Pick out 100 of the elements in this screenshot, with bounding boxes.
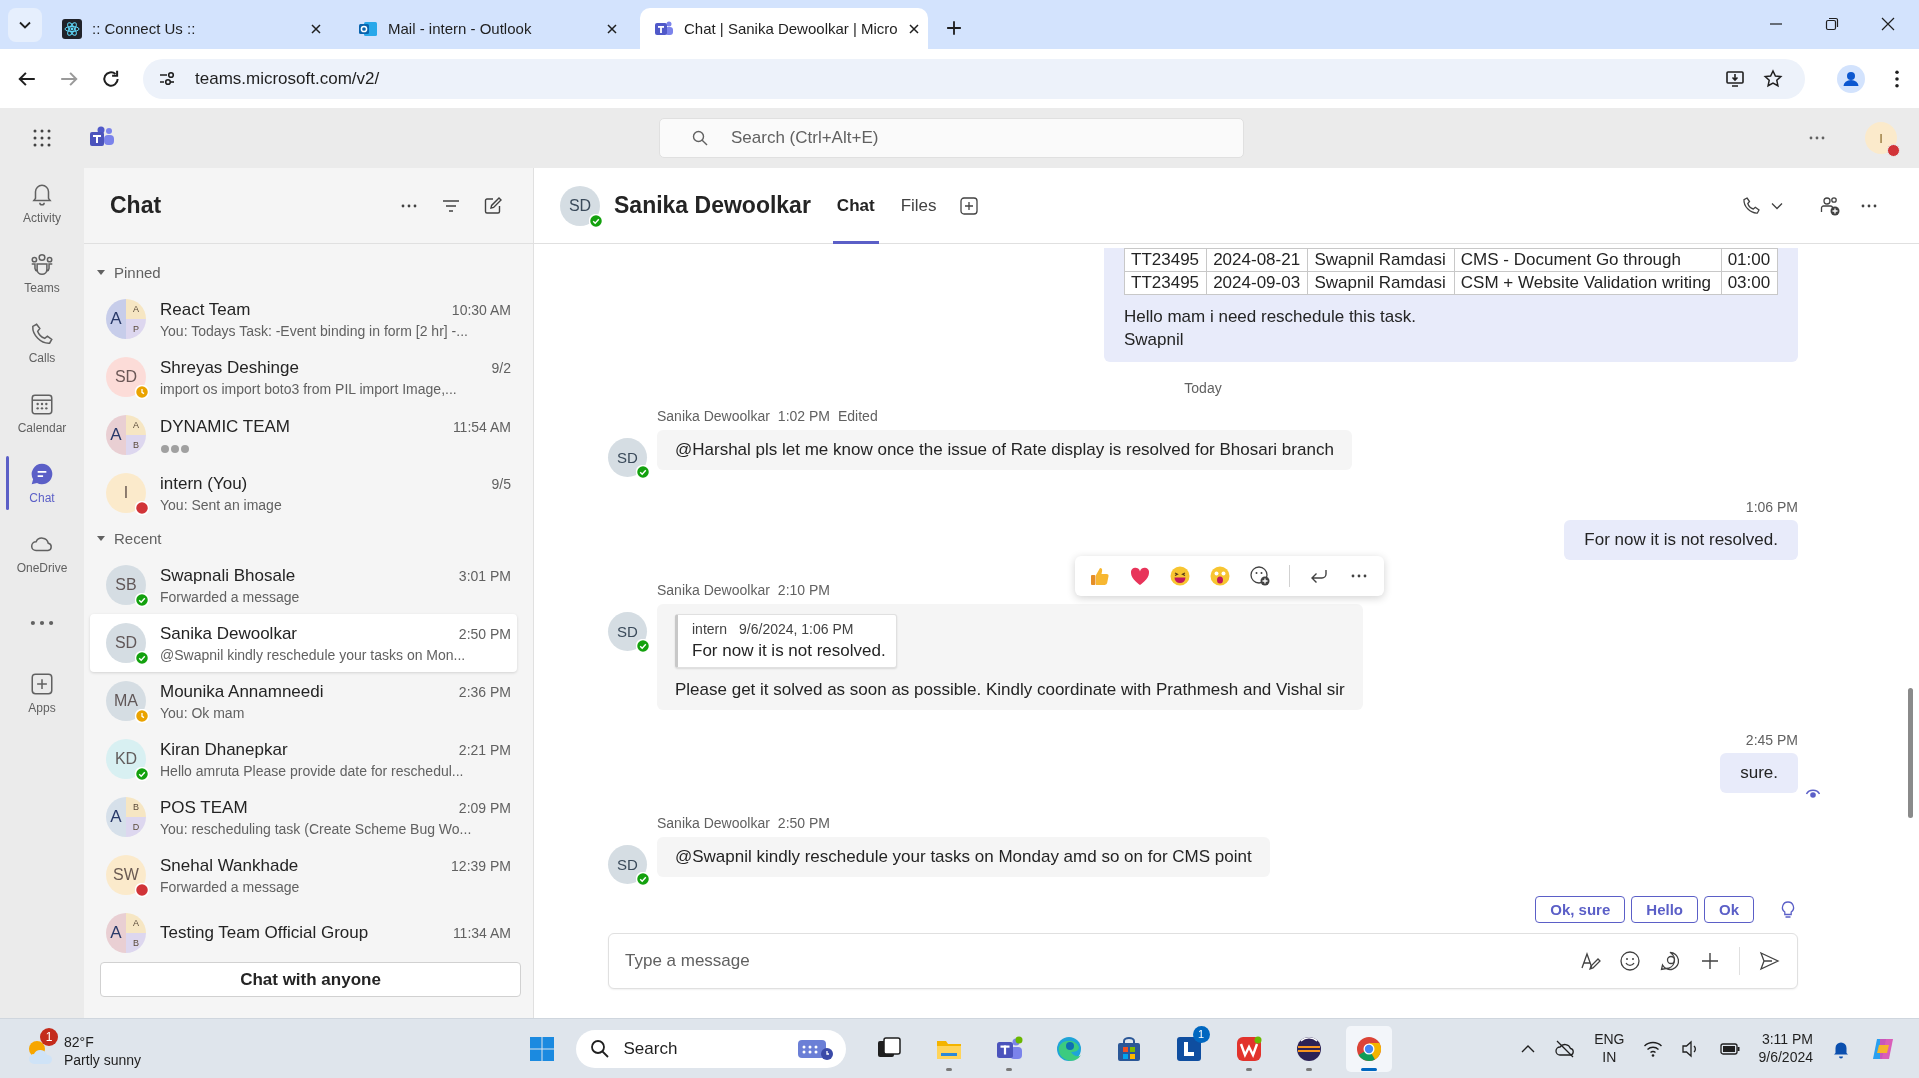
chat-name: POS TEAM <box>160 797 248 818</box>
thumbs-up-icon[interactable] <box>1089 565 1111 587</box>
close-icon[interactable] <box>606 22 618 35</box>
app-bar-item[interactable]: Calendar <box>0 378 84 448</box>
install-app-icon[interactable] <box>1725 68 1745 89</box>
suggested-reply-button[interactable]: Hello <box>1631 896 1698 923</box>
taskbar-app[interactable]: 1 <box>1165 1025 1212 1072</box>
chat-list-item[interactable]: A B D POS TEAM 2:09 PM You: rescheduling task (Create Scheme Bug Wo... <box>90 788 517 846</box>
avatar: MA <box>106 681 146 721</box>
chevron-down-icon[interactable] <box>1771 201 1783 210</box>
chat-list-item[interactable]: A A B DYNAMIC TEAM 11:54 AM <box>90 406 517 464</box>
avatar: SD <box>608 845 647 884</box>
chat-name: Swapnali Bhosale <box>160 565 296 586</box>
format-icon[interactable] <box>1579 950 1601 972</box>
chat-name: Testing Team Official Group <box>160 923 369 943</box>
avatar: SW <box>106 855 146 895</box>
compose-icon[interactable] <box>483 195 503 216</box>
scrollbar[interactable] <box>1908 688 1913 818</box>
chat-list-item[interactable]: KD Kiran Dhanepkar 2:21 PM Hello amruta Please provide date for reschedul... <box>90 730 517 788</box>
chat-name: Shreyas Deshinge <box>160 357 299 378</box>
search-field[interactable]: Search (Ctrl+Alt+E) <box>659 118 1244 158</box>
avatar: KD <box>106 739 146 779</box>
app-bar-item[interactable]: Calls <box>0 308 84 378</box>
add-tab-icon[interactable] <box>958 195 979 216</box>
start-icon[interactable] <box>527 1034 556 1063</box>
chat-time: 10:30 AM <box>451 301 511 318</box>
app-bar-label: Calls <box>28 351 56 365</box>
close-icon[interactable] <box>907 22 920 35</box>
chat-list-item[interactable]: MA Mounika Annamneedi 2:36 PM You: Ok mam <box>90 672 517 730</box>
input-language[interactable]: ENG IN <box>1594 1031 1625 1066</box>
app-launcher-icon[interactable] <box>33 129 51 147</box>
message-time: 1:06 PM <box>1745 499 1798 515</box>
profile-icon[interactable] <box>1837 64 1865 93</box>
chat-list-item[interactable]: I intern (You) 9/5 You: Sent an image <box>90 464 517 522</box>
chat-list-item[interactable]: SB Swapnali Bhosale 3:01 PM Forwarded a message <box>90 556 517 614</box>
table-cell: TT23495 <box>1124 271 1207 295</box>
message-time: 1:02 PM <box>777 408 830 424</box>
add-people-icon[interactable] <box>1819 194 1841 217</box>
chat-with-anyone-button[interactable]: Chat with anyone <box>100 962 521 997</box>
new-tab-icon[interactable] <box>946 20 962 36</box>
reload-icon[interactable] <box>101 68 121 89</box>
avatar: SD <box>608 438 647 477</box>
app-bar-item[interactable]: Activity <box>0 168 84 238</box>
message-time: 2:10 PM <box>777 582 830 598</box>
chat-preview: You: rescheduling task (Create Scheme Bug Wo... <box>160 820 473 837</box>
user-avatar[interactable]: I <box>1865 122 1897 154</box>
emoji-icon[interactable] <box>1619 950 1641 972</box>
app-bar-label: Calendar <box>17 421 67 435</box>
laughing-emoji-icon[interactable] <box>1169 565 1191 587</box>
section-header[interactable]: Recent <box>90 522 517 554</box>
section-header[interactable]: Pinned <box>90 256 517 288</box>
plus-icon[interactable] <box>1699 950 1721 972</box>
close-icon[interactable] <box>310 22 322 35</box>
app-bar-item[interactable]: Teams <box>0 238 84 308</box>
chevron-down-icon <box>19 21 31 29</box>
app-bar-item[interactable]: Apps <box>0 658 84 728</box>
browser-tab[interactable]: Mail - intern - Outlook <box>344 8 632 49</box>
suggested-reply-button[interactable]: Ok <box>1704 896 1754 923</box>
sender-name: Sanika Dewoolkar <box>657 582 770 598</box>
chat-name: intern (You) <box>160 473 248 494</box>
message-input[interactable]: Type a message <box>608 933 1798 989</box>
browser-tab[interactable]: :: Connect Us :: <box>48 8 336 49</box>
bookmark-star-icon[interactable] <box>1763 68 1783 89</box>
message-text: Swapnil <box>1124 330 1185 350</box>
phone-icon[interactable] <box>1741 195 1761 216</box>
chat-list-item[interactable]: SD Sanika Dewoolkar 2:50 PM @Swapnil kindly reschedule your tasks on Mon... <box>90 614 517 672</box>
caret-icon <box>96 533 106 543</box>
address-bar[interactable]: teams.microsoft.com/v2/ <box>143 58 1805 99</box>
search-icon <box>589 1038 610 1059</box>
clock[interactable]: 3:11 PM 9/6/2024 <box>1758 1031 1813 1066</box>
suggested-reply-button[interactable]: Ok, sure <box>1535 896 1626 923</box>
tab-title: Mail - intern - Outlook <box>388 20 533 37</box>
table-cell: CMS - Document Go through <box>1454 248 1722 272</box>
surprised-emoji-icon[interactable] <box>1209 565 1231 587</box>
send-icon[interactable] <box>1758 950 1780 972</box>
chat-name: DYNAMIC TEAM <box>160 416 291 437</box>
chat-list-item[interactable]: A A P React Team 10:30 AM You: Todays Task: -Event binding in form [2 hr] -... <box>90 290 517 348</box>
office-app-icon <box>1234 1034 1263 1063</box>
browser-tab[interactable]: Chat | Sanika Dewoolkar | Micro <box>640 8 928 49</box>
message-text: @Swapnil kindly reschedule your tasks on Monday amd so on for CMS point <box>675 847 1252 867</box>
close-icon[interactable] <box>1881 17 1895 31</box>
app-bar-item[interactable]: OneDrive <box>0 518 84 588</box>
app-bar-item[interactable]: Chat <box>0 448 84 518</box>
chat-tab[interactable]: Files <box>896 167 941 244</box>
loop-icon[interactable] <box>1659 950 1681 972</box>
restore-icon[interactable] <box>1825 17 1839 31</box>
sender-name: Sanika Dewoolkar <box>657 815 770 831</box>
chat-tab[interactable]: Chat <box>832 167 879 244</box>
chat-list-item[interactable]: A A B Testing Team Official Group 11:34 AM <box>90 904 517 961</box>
chat-preview: You: Ok mam <box>160 704 246 721</box>
chat-list-item[interactable]: SW Snehal Wankhade 12:39 PM Forwarded a message <box>90 846 517 904</box>
table-cell: 2024-08-21 <box>1206 248 1308 272</box>
add-reaction-icon[interactable] <box>1249 565 1271 587</box>
chat-list-item[interactable]: SD Shreyas Deshinge 9/2 import os import boto3 from PIL import Image,... <box>90 348 517 406</box>
quoted-message[interactable]: intern 9/6/2024, 1:06 PM For now it is not resolved. <box>675 614 897 668</box>
taskbar-search[interactable]: Search <box>575 1029 846 1068</box>
table-cell: Swapnil Ramdasi <box>1308 248 1455 272</box>
quote-text: For now it is not resolved. <box>692 641 886 661</box>
heart-icon[interactable] <box>1129 565 1151 587</box>
weather-widget[interactable]: 1 82°F Partly sunny <box>24 1028 142 1069</box>
